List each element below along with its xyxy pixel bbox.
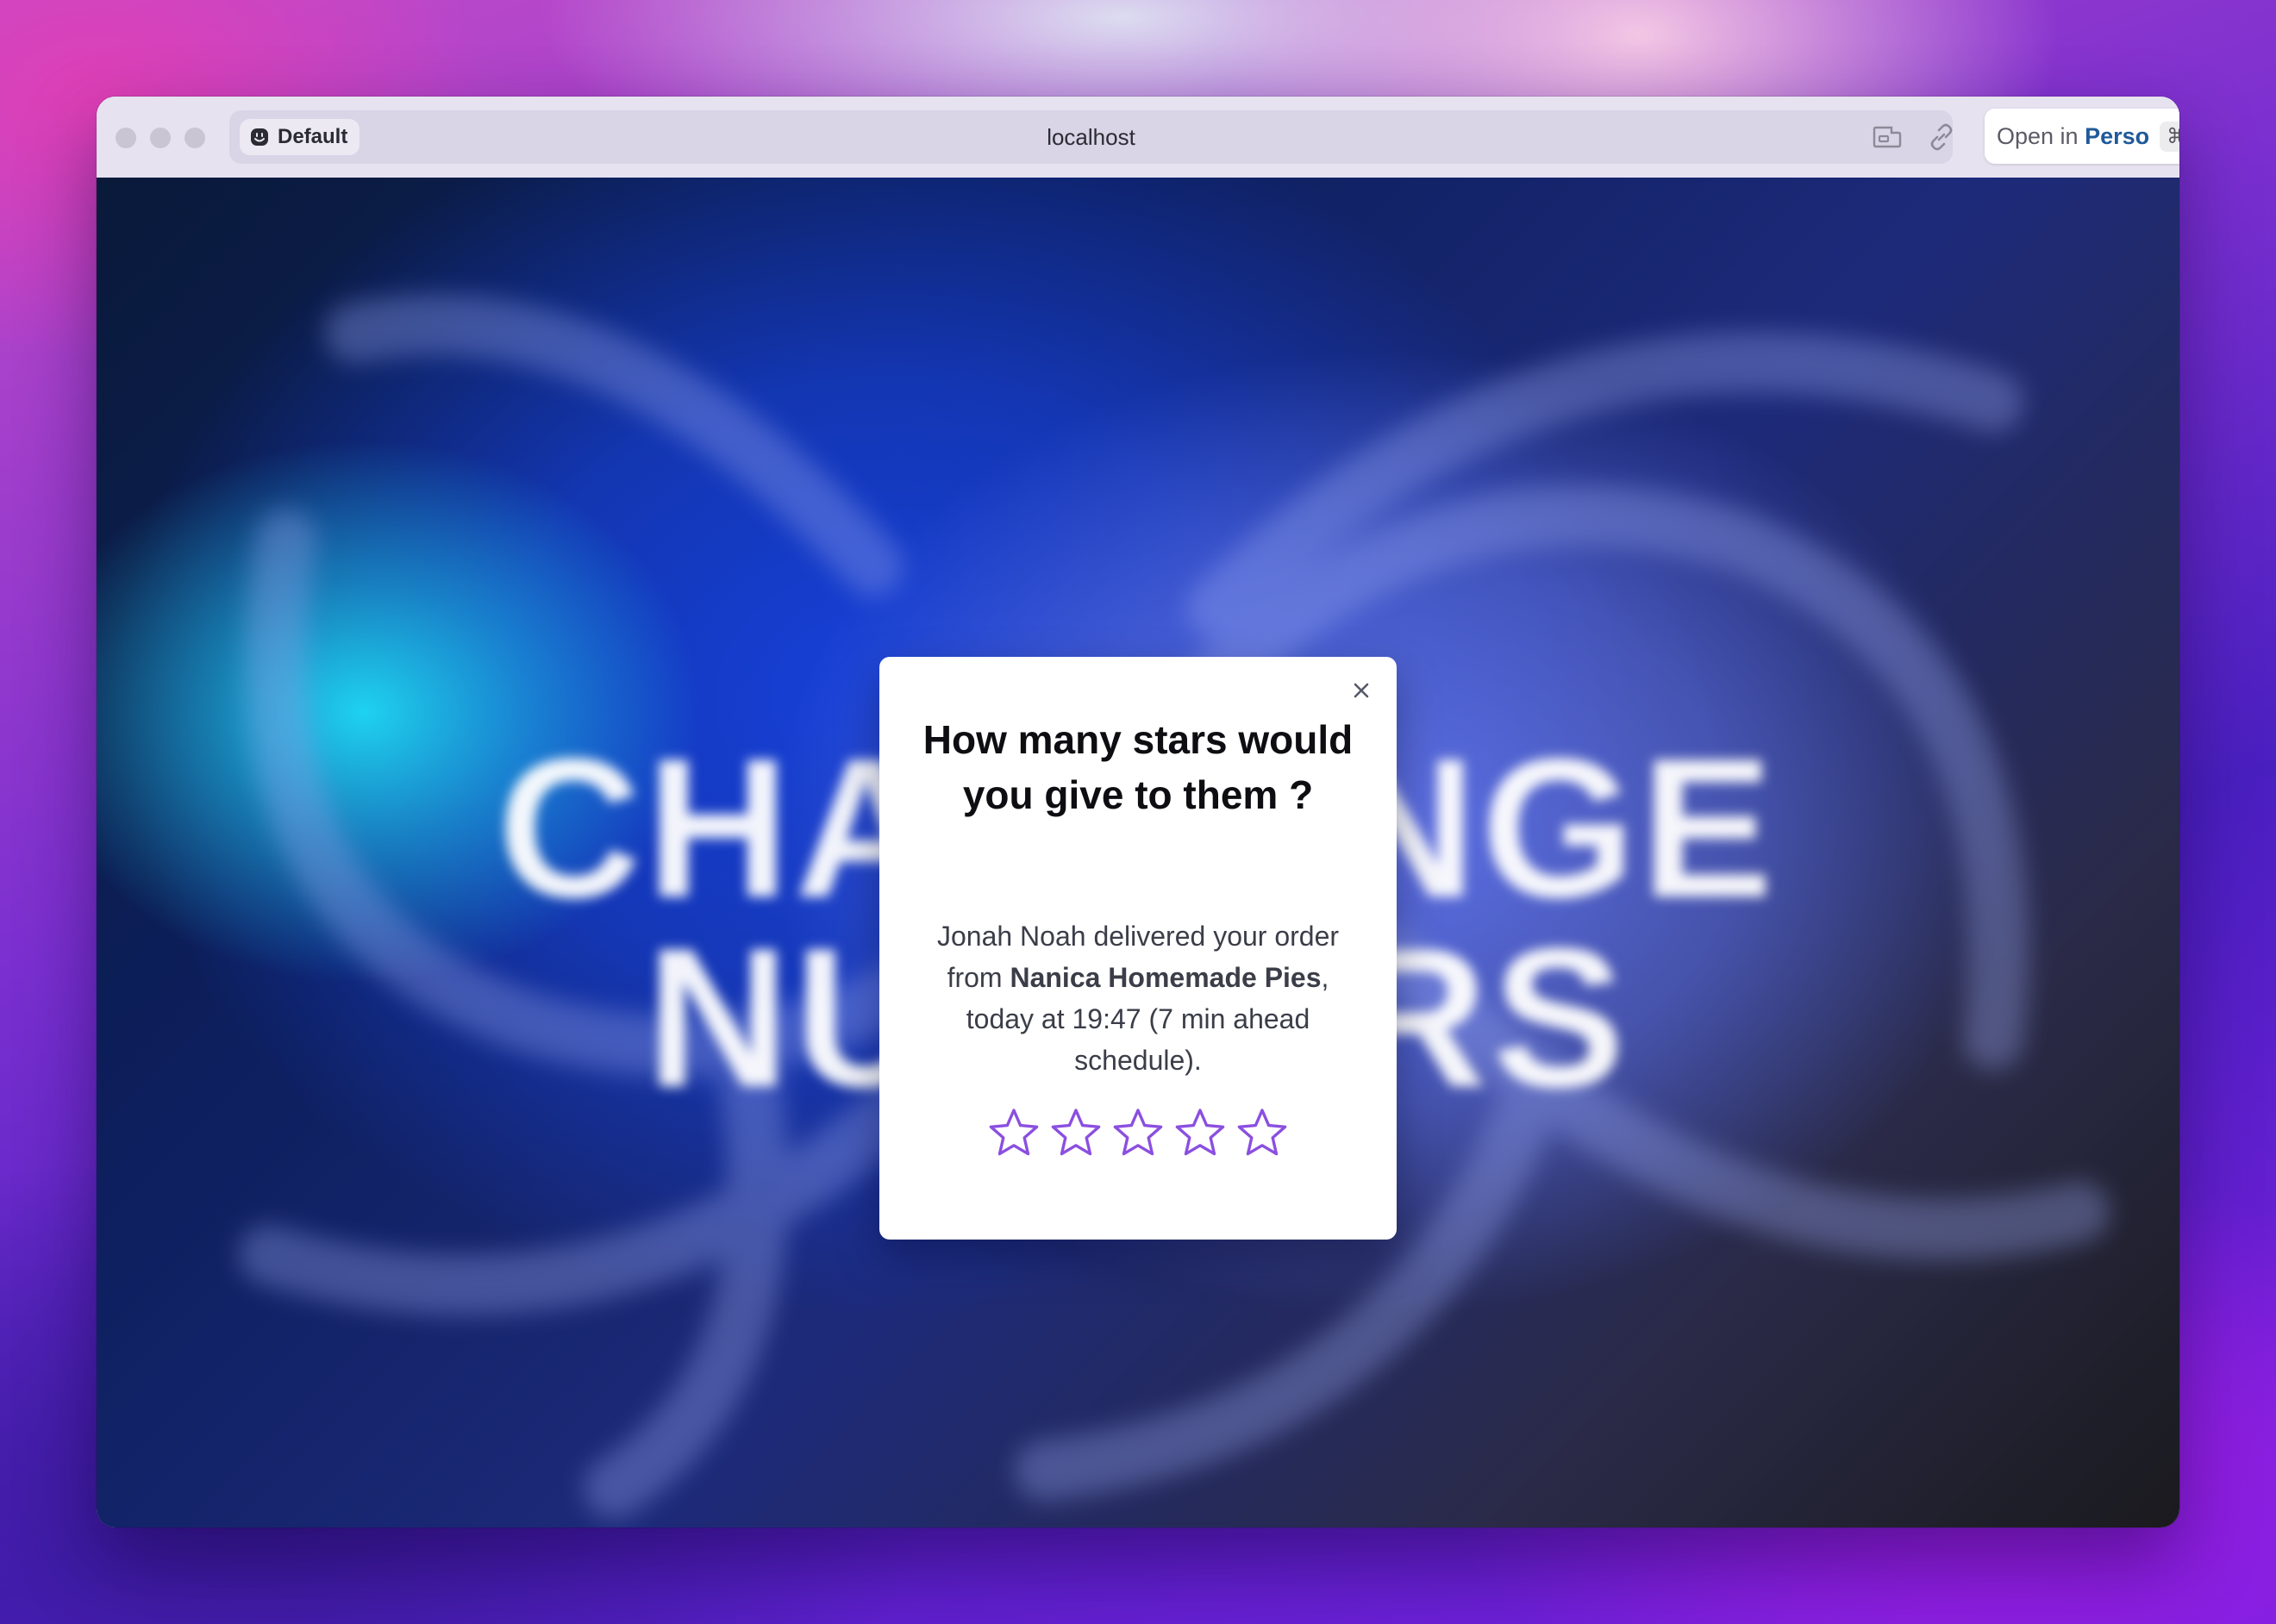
close-button[interactable] (1348, 678, 1374, 703)
close-icon (1354, 683, 1369, 698)
extension-icon[interactable] (1873, 122, 1904, 152)
title-bar: Default localhost Open in Perso ⌘O (97, 97, 2179, 178)
restaurant-name: Nanica Homemade Pies (1010, 962, 1322, 993)
shortcut-badge: ⌘O (2160, 121, 2179, 152)
open-in-prefix: Open in (1997, 122, 2079, 149)
profile-pill[interactable]: Default (240, 119, 360, 155)
open-in-button[interactable]: Open in Perso ⌘O (1985, 109, 2179, 164)
star-icon-5[interactable] (1236, 1107, 1288, 1159)
profile-label: Default (278, 125, 348, 148)
modal-title: How many stars would you give to them ? (922, 717, 1354, 817)
open-in-app: Perso (2085, 122, 2150, 149)
address-bar[interactable]: Default localhost (229, 110, 1953, 164)
rating-modal: How many stars would you give to them ? … (879, 657, 1397, 1240)
window-close-button[interactable] (116, 128, 136, 148)
window-zoom-button[interactable] (184, 128, 205, 148)
star-icon-2[interactable] (1050, 1107, 1102, 1159)
star-icon-1[interactable] (988, 1107, 1040, 1159)
url-text[interactable]: localhost (229, 110, 1953, 164)
star-rating (879, 1107, 1397, 1159)
page-viewport: CHALLENGE NUXTERS How many stars would y… (97, 178, 2179, 1527)
window-minimize-button[interactable] (150, 128, 171, 148)
smiley-icon (251, 128, 268, 146)
star-icon-4[interactable] (1174, 1107, 1226, 1159)
link-icon[interactable] (1926, 122, 1957, 152)
browser-window: Default localhost Open in Perso ⌘O (97, 97, 2179, 1527)
star-icon-3[interactable] (1112, 1107, 1164, 1159)
open-in-label: Open in Perso (1985, 123, 2149, 150)
modal-description: Jonah Noah delivered your order from Nan… (922, 915, 1354, 1081)
